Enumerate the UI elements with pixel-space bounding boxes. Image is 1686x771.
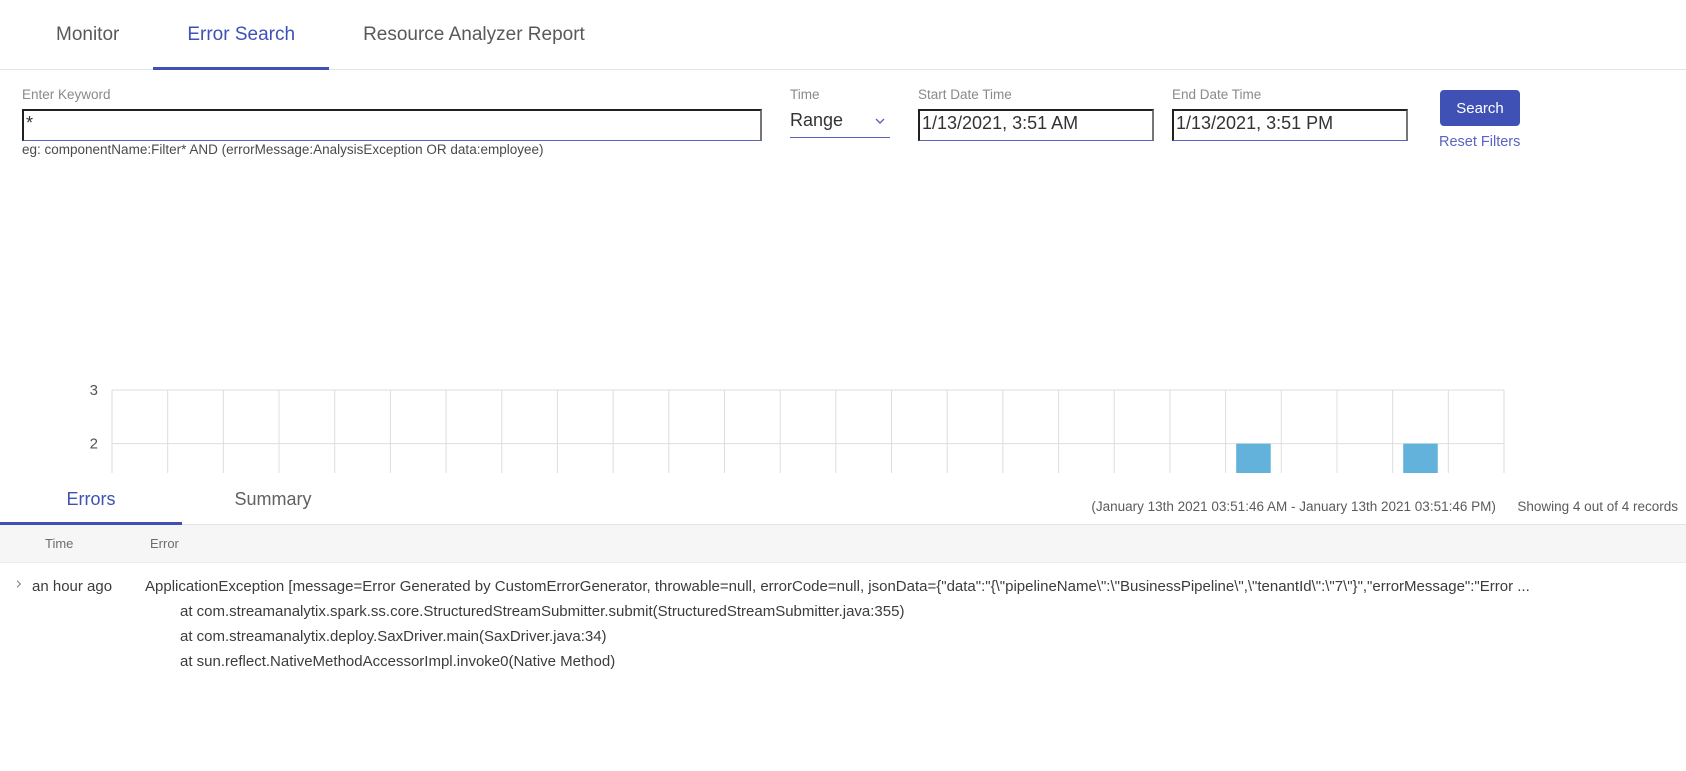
end-date-label: End Date Time: [1172, 87, 1262, 102]
tab-summary[interactable]: Summary: [182, 474, 364, 524]
tab-summary-label: Summary: [234, 489, 312, 509]
time-label: Time: [790, 87, 820, 102]
showing-records-text: Showing 4 out of 4 records: [1517, 499, 1678, 514]
search-button[interactable]: Search: [1440, 90, 1520, 126]
time-range-select[interactable]: Range: [790, 109, 890, 138]
table-header-row: Time Error: [0, 525, 1686, 563]
start-date-field-group: Start Date Time: [918, 88, 1154, 141]
chart-y-tick-label: 2: [90, 436, 98, 453]
table-row[interactable]: an hour ago ApplicationException [messag…: [0, 563, 1686, 674]
error-message: ApplicationException [message=Error Gene…: [145, 578, 1530, 595]
chart-y-tick-label: 3: [90, 382, 98, 399]
tab-monitor[interactable]: Monitor: [22, 0, 153, 70]
end-date-input[interactable]: [1172, 108, 1408, 141]
keyword-field-group: Enter Keyword: [22, 88, 762, 141]
tab-error-search-label: Error Search: [187, 23, 296, 45]
tab-resource-analyzer-report[interactable]: Resource Analyzer Report: [329, 0, 619, 70]
tab-error-search[interactable]: Error Search: [153, 0, 329, 70]
start-date-label: Start Date Time: [918, 87, 1012, 102]
results-tab-bar: Errors Summary (January 13th 2021 03:51:…: [0, 473, 1686, 525]
primary-tab-bar: Monitor Error Search Resource Analyzer R…: [0, 0, 1686, 70]
tab-errors[interactable]: Errors: [0, 474, 182, 525]
records-info: (January 13th 2021 03:51:46 AM - January…: [1091, 499, 1678, 514]
cell-error: ApplicationException [message=Error Gene…: [145, 575, 1686, 674]
tab-resource-analyzer-report-label: Resource Analyzer Report: [363, 23, 585, 45]
time-field-group: Time Range: [790, 88, 890, 138]
end-date-field-group: End Date Time: [1172, 88, 1408, 141]
chevron-right-icon[interactable]: [0, 575, 32, 674]
column-header-error: Error: [150, 536, 179, 551]
stack-trace-line: at com.streamanalytix.spark.ss.core.Stru…: [180, 603, 905, 620]
tab-errors-label: Errors: [66, 489, 116, 509]
chart-bar[interactable]: [1236, 443, 1271, 473]
filter-bar: Enter Keyword Time Range Start Date Time…: [0, 70, 1686, 165]
search-input[interactable]: [22, 108, 762, 141]
time-range-value: Range: [790, 109, 890, 138]
chart-canvas: 01232021-01-13 03:30 AM2021-01-13 04:00 …: [90, 382, 1505, 473]
stack-trace-line: at com.streamanalytix.deploy.SaxDriver.m…: [180, 628, 607, 645]
cell-time: an hour ago: [32, 578, 113, 595]
tab-monitor-label: Monitor: [56, 23, 120, 45]
reset-filters-link[interactable]: Reset Filters: [1439, 134, 1520, 150]
keyword-hint-text: eg: componentName:Filter* AND (errorMess…: [22, 142, 544, 157]
error-histogram-chart: 01232021-01-13 03:30 AM2021-01-13 04:00 …: [0, 173, 1686, 473]
start-date-input[interactable]: [918, 108, 1154, 141]
stack-trace-line: at sun.reflect.NativeMethodAccessorImpl.…: [180, 653, 616, 670]
keyword-label: Enter Keyword: [22, 87, 111, 102]
date-range-text: (January 13th 2021 03:51:46 AM - January…: [1091, 499, 1496, 514]
column-header-time: Time: [45, 536, 74, 551]
chart-bar[interactable]: [1403, 443, 1438, 473]
errors-table: Time Error an hour ago ApplicationExcept…: [0, 525, 1686, 674]
